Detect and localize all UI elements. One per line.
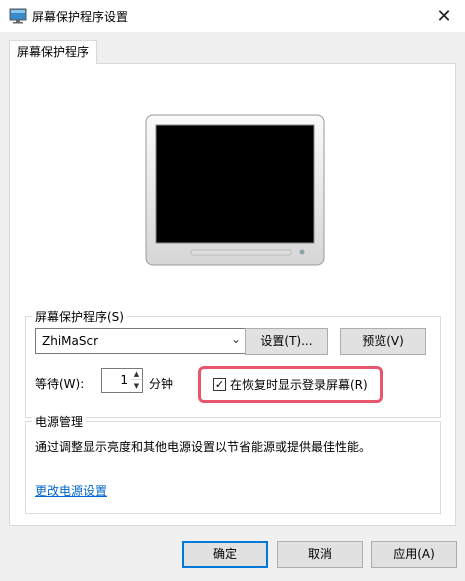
close-icon: ✕	[436, 5, 452, 27]
cancel-button[interactable]: 取消	[277, 541, 363, 568]
display-settings-icon	[9, 8, 27, 24]
wait-unit-label: 分钟	[149, 377, 174, 391]
wait-label: 等待(W):	[35, 377, 85, 391]
chevron-down-icon: ⌄	[230, 332, 241, 346]
wait-minutes-stepper[interactable]: 1 ▲ ▼	[101, 368, 143, 393]
power-group: 电源管理	[25, 413, 441, 514]
apply-button[interactable]: 应用(A)	[371, 541, 457, 568]
screensaver-select-value: ZhiMaScr	[42, 334, 99, 348]
screensaver-group-label: 屏幕保护程序(S)	[32, 308, 127, 325]
power-description: 通过调整显示亮度和其他电源设置以节省能源或提供最佳性能。	[35, 440, 372, 454]
settings-button[interactable]: 设置(T)...	[245, 328, 328, 355]
tab-panel: 屏幕保护程序(S) ZhiMaScr ⌄ 设置(T)... 预览(V) 等待(W…	[9, 63, 456, 526]
monitor-illustration	[145, 114, 325, 266]
spin-down-icon[interactable]: ▼	[131, 381, 142, 392]
power-group-label: 电源管理	[32, 413, 87, 430]
logon-checkbox[interactable]: ✓	[213, 378, 226, 391]
logon-checkbox-label: 在恢复时显示登录屏幕(R)	[230, 378, 368, 392]
logon-checkbox-row[interactable]: ✓ 在恢复时显示登录屏幕(R)	[213, 376, 368, 393]
wait-minutes-value: 1	[120, 373, 128, 387]
spin-up-icon[interactable]: ▲	[131, 369, 142, 380]
preview-button[interactable]: 预览(V)	[340, 328, 426, 355]
screensaver-select[interactable]: ZhiMaScr ⌄	[35, 328, 246, 354]
title-bar: 屏幕保护程序设置 ✕	[0, 0, 465, 32]
ok-button[interactable]: 确定	[182, 541, 268, 568]
tab-screensaver[interactable]: 屏幕保护程序	[9, 40, 97, 64]
close-button[interactable]: ✕	[423, 0, 465, 32]
change-power-settings-link[interactable]: 更改电源设置	[35, 482, 107, 499]
window-title: 屏幕保护程序设置	[32, 10, 129, 24]
